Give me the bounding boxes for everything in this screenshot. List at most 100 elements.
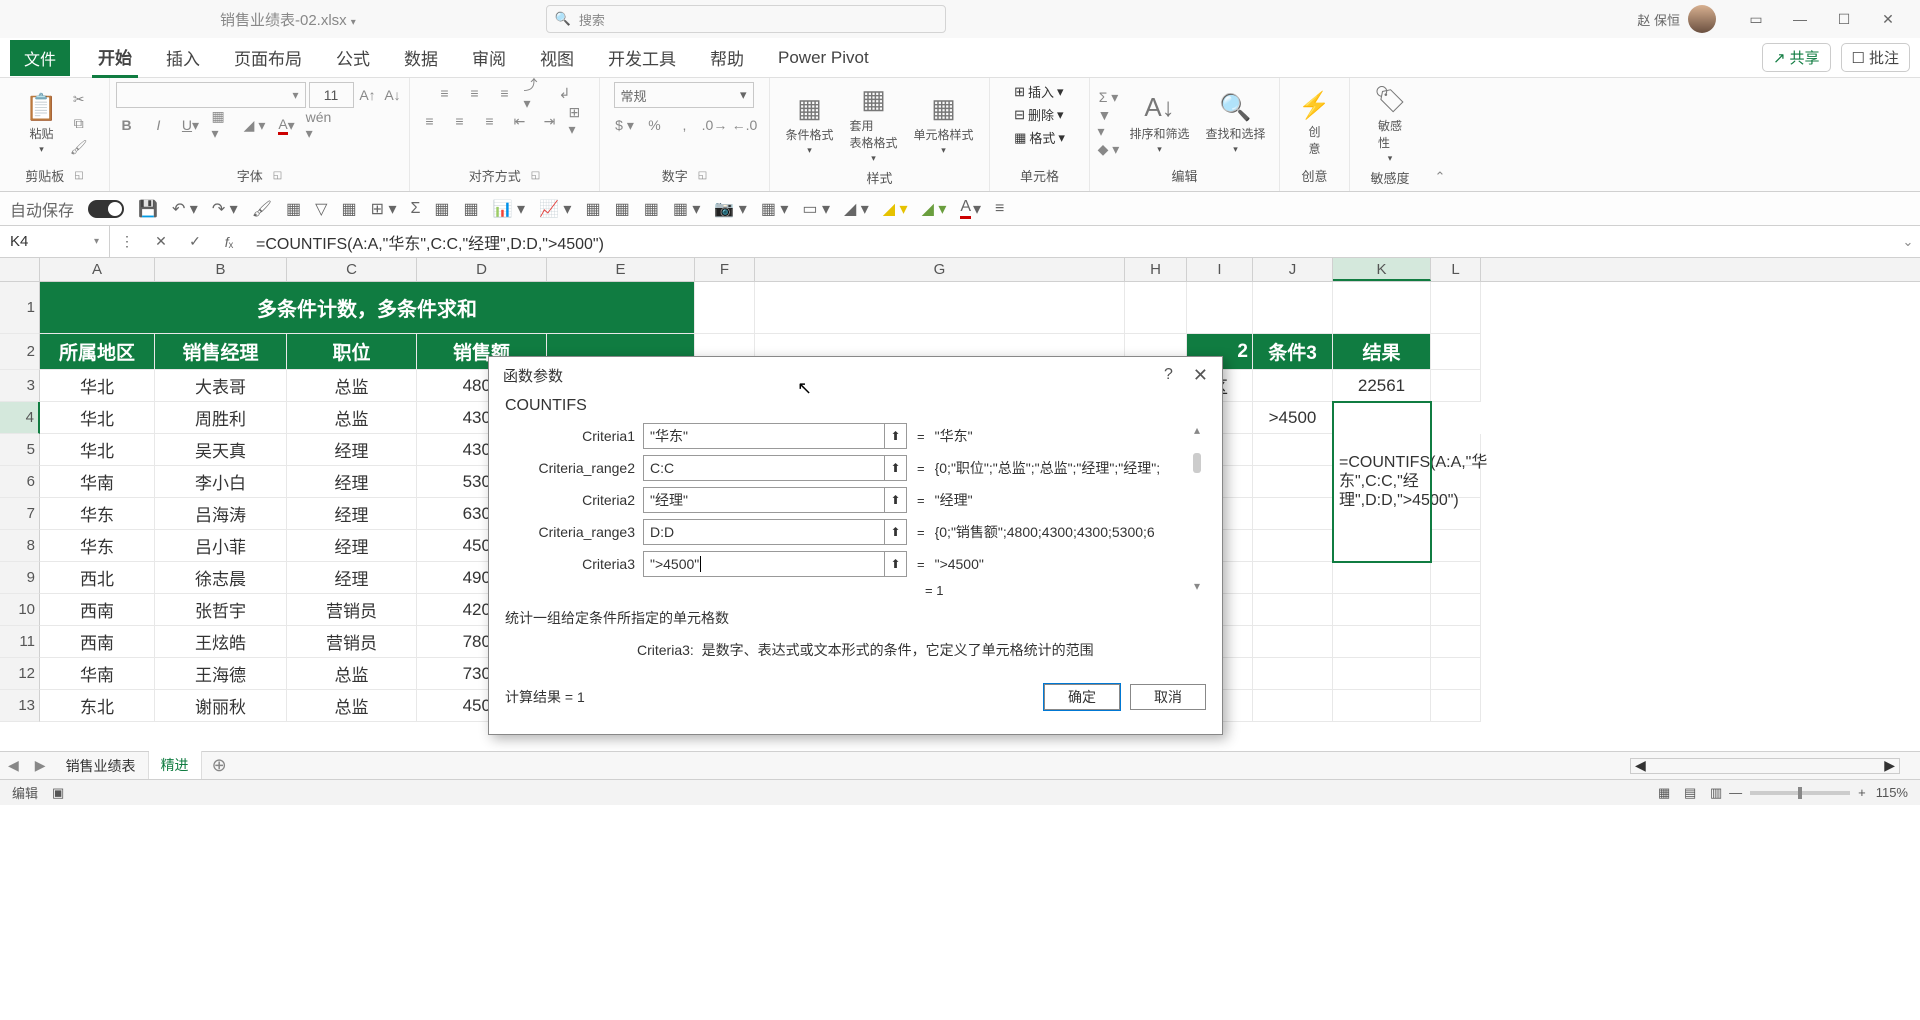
cell[interactable] [1333, 658, 1431, 690]
merged-title-cell[interactable]: 多条件计数，多条件求和 [40, 282, 695, 334]
view-pagebreak-icon[interactable]: ▥ [1703, 785, 1729, 801]
zoom-level[interactable]: 115% [1876, 785, 1908, 800]
italic-icon[interactable]: I [148, 114, 170, 136]
cell[interactable]: 西南 [40, 626, 155, 658]
sheet-tab[interactable]: 销售业绩表 [54, 752, 149, 780]
copy-icon[interactable]: ⧉ [68, 112, 90, 134]
col-header[interactable]: E [547, 258, 695, 281]
cell[interactable]: 条件3 [1253, 334, 1333, 370]
row-header[interactable]: 6 [0, 466, 40, 498]
font-family-combo[interactable]: ▾ [116, 82, 306, 108]
tab-home[interactable]: 开始 [92, 38, 138, 78]
zoom-in-icon[interactable]: + [1858, 785, 1866, 800]
share-button[interactable]: ↗ 共享 [1762, 43, 1831, 72]
align-middle-icon[interactable]: ≡ [464, 82, 486, 104]
row-header[interactable]: 1 [0, 282, 40, 334]
cell[interactable]: 周胜利 [155, 402, 287, 434]
cell[interactable] [1253, 370, 1333, 402]
comma-icon[interactable]: , [674, 114, 696, 136]
cell[interactable] [1253, 282, 1333, 334]
sheet-tab[interactable]: 精进 [149, 751, 202, 781]
cancel-entry-icon[interactable]: ✕ [144, 226, 178, 257]
select-all-corner[interactable] [0, 258, 40, 281]
sort-filter-button[interactable]: A↓排序和筛选▾ [1123, 90, 1195, 157]
tab-view[interactable]: 视图 [534, 39, 580, 76]
cut-icon[interactable]: ✂ [68, 88, 90, 110]
qat-fill-icon[interactable]: ◢ ▾ [883, 199, 908, 219]
maximize-button[interactable]: ☐ [1822, 4, 1866, 34]
border-icon[interactable]: ▦ ▾ [212, 114, 234, 136]
arg-input[interactable]: "华东" [643, 423, 885, 449]
qat-icon[interactable]: ▦ [434, 199, 449, 219]
cell[interactable] [1431, 530, 1481, 562]
cell[interactable] [1253, 626, 1333, 658]
row-header[interactable]: 2 [0, 334, 40, 370]
increase-decimal-icon[interactable]: .0→ [704, 114, 726, 136]
delete-cells-button[interactable]: ⊟ 删除 ▾ [1014, 105, 1063, 124]
view-normal-icon[interactable]: ▦ [1651, 785, 1677, 801]
col-header[interactable]: J [1253, 258, 1333, 281]
cell[interactable]: =COUNTIFS(A:A,"华东",C:C,"经理",D:D,">4500") [1333, 402, 1431, 562]
fill-color-icon[interactable]: ◢ ▾ [244, 114, 266, 136]
row-header[interactable]: 12 [0, 658, 40, 690]
collapse-dialog-icon[interactable]: ⬆ [885, 455, 907, 481]
wrap-text-icon[interactable]: ↲ [554, 82, 576, 104]
qat-sum-icon[interactable]: Σ [410, 200, 420, 218]
horizontal-scrollbar[interactable]: ◀▶ [1630, 758, 1900, 774]
format-cells-button[interactable]: ▦ 格式 ▾ [1014, 128, 1065, 147]
decrease-decimal-icon[interactable]: ←.0 [734, 114, 756, 136]
row-header[interactable]: 9 [0, 562, 40, 594]
qat-line-icon[interactable]: 📈 ▾ [539, 199, 571, 219]
qat-icon[interactable]: ▦ [585, 199, 600, 219]
col-header[interactable]: I [1187, 258, 1253, 281]
qat-icon[interactable]: ▦ [615, 199, 630, 219]
avatar[interactable] [1688, 5, 1716, 33]
cell[interactable]: 华东 [40, 530, 155, 562]
cell[interactable]: 李小白 [155, 466, 287, 498]
qat-hilite-icon[interactable]: ◢ ▾ [922, 199, 947, 219]
cell[interactable]: 职位 [287, 334, 417, 370]
cell[interactable] [1431, 626, 1481, 658]
qat-icon[interactable]: ▦ [644, 199, 659, 219]
cell[interactable]: 结果 [1333, 334, 1431, 370]
cell[interactable]: 营销员 [287, 594, 417, 626]
cell[interactable] [1431, 658, 1481, 690]
bold-icon[interactable]: B [116, 114, 138, 136]
font-color-icon[interactable]: A ▾ [276, 114, 298, 136]
cell[interactable]: 吕海涛 [155, 498, 287, 530]
formula-history-icon[interactable]: ⋮ [110, 226, 144, 257]
cell-styles-button[interactable]: ▦单元格样式▾ [908, 91, 980, 158]
qat-camera-icon[interactable]: 📷 ▾ [714, 199, 746, 219]
dialog-help-icon[interactable]: ? [1164, 366, 1173, 384]
undo-icon[interactable]: ↶ ▾ [172, 199, 198, 219]
format-painter-icon[interactable]: 🖌 [68, 136, 90, 158]
font-size-combo[interactable]: 11 [309, 82, 354, 108]
col-header[interactable]: F [695, 258, 755, 281]
orientation-icon[interactable]: ⤴ ▾ [524, 82, 546, 104]
row-header[interactable]: 7 [0, 498, 40, 530]
qat-border-icon[interactable]: ▦ ▾ [761, 199, 789, 219]
row-header[interactable]: 5 [0, 434, 40, 466]
align-top-icon[interactable]: ≡ [434, 82, 456, 104]
view-pagelayout-icon[interactable]: ▤ [1677, 785, 1703, 801]
cell[interactable]: 华北 [40, 402, 155, 434]
cell[interactable]: 吴天真 [155, 434, 287, 466]
cell[interactable]: 总监 [287, 658, 417, 690]
tab-file[interactable]: 文件 [10, 40, 70, 76]
cell[interactable]: 西南 [40, 594, 155, 626]
cell[interactable] [1333, 594, 1431, 626]
cell[interactable]: 销售经理 [155, 334, 287, 370]
cell[interactable]: 华北 [40, 370, 155, 402]
qat-painter-icon[interactable]: 🖌 [252, 199, 272, 219]
cell[interactable]: 吕小菲 [155, 530, 287, 562]
qat-filter-icon[interactable]: ▽ [315, 199, 327, 219]
cell[interactable]: 王炫皓 [155, 626, 287, 658]
autosave-toggle[interactable] [88, 200, 124, 218]
tab-insert[interactable]: 插入 [160, 39, 206, 76]
collapse-dialog-icon[interactable]: ⬆ [885, 551, 907, 577]
tab-powerpivot[interactable]: Power Pivot [772, 42, 875, 74]
decrease-font-icon[interactable]: A↓ [382, 84, 404, 106]
enter-entry-icon[interactable]: ✓ [178, 226, 212, 257]
comments-button[interactable]: ☐ 批注 [1841, 43, 1910, 72]
row-header[interactable]: 3 [0, 370, 40, 402]
